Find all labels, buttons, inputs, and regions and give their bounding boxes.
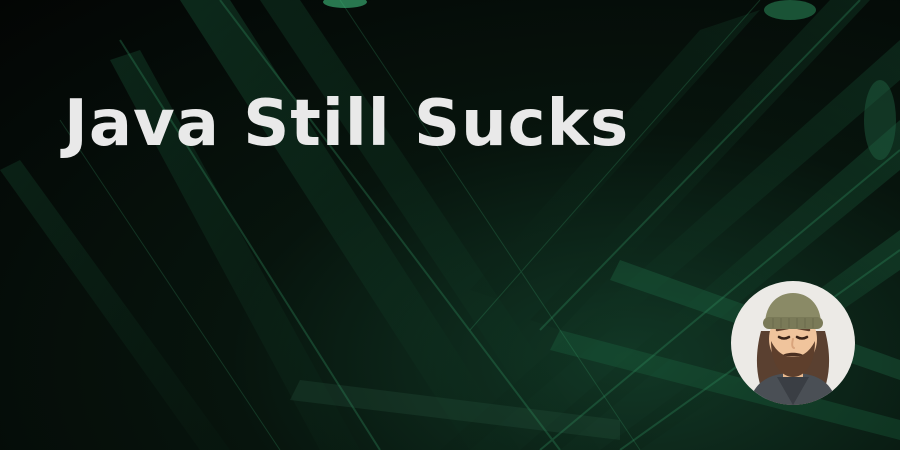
hero-banner: Java Still Sucks: [0, 0, 900, 450]
memoji-bearded-man-beanie-icon: [749, 293, 837, 405]
avatar: [731, 281, 855, 405]
banner-title: Java Still Sucks: [64, 87, 630, 161]
